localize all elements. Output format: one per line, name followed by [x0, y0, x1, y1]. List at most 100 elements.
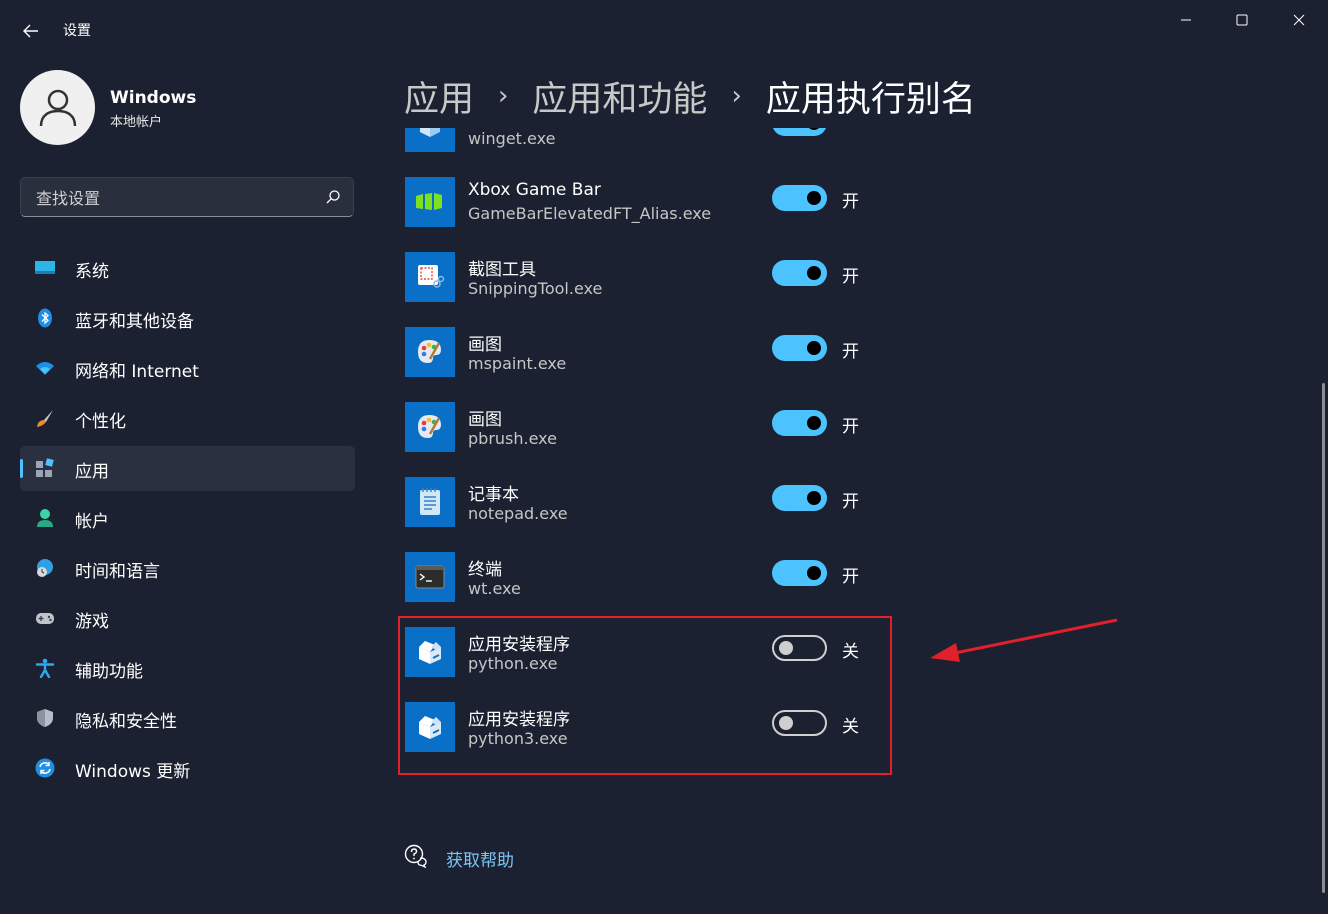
breadcrumb-apps-features[interactable]: 应用和功能 — [532, 71, 707, 122]
sidebar-item-label: 系统 — [75, 262, 109, 282]
toggle-knob — [807, 191, 821, 205]
sidebar-item-accounts[interactable]: 帐户 — [20, 496, 355, 541]
paint-icon — [405, 402, 455, 452]
app-name: 记事本 — [468, 485, 519, 505]
breadcrumb-separator: › — [498, 81, 509, 111]
selection-indicator — [20, 459, 23, 478]
sidebar-item-gaming[interactable]: 游戏 — [20, 596, 355, 641]
toggle-knob — [807, 491, 821, 505]
sidebar-item-windows-update[interactable]: Windows 更新 — [20, 746, 355, 791]
sidebar-item-label: 网络和 Internet — [75, 362, 199, 382]
sidebar-item-label: 辅助功能 — [75, 662, 143, 682]
app-name: 画图 — [468, 335, 502, 355]
app-name: 截图工具 — [468, 260, 536, 280]
app-exe: GameBarElevatedFT_Alias.exe — [468, 204, 712, 223]
breadcrumb: 应用 › 应用和功能 › 应用执行别名 — [404, 68, 976, 124]
toggle-state-label: 开 — [842, 267, 859, 287]
maximize-button[interactable] — [1219, 6, 1265, 34]
alias-row-notepad: 记事本 notepad.exe 开 — [405, 477, 905, 527]
app-exe: SnippingTool.exe — [468, 279, 603, 298]
alias-toggle[interactable] — [772, 410, 827, 436]
sidebar-item-label: 个性化 — [75, 412, 126, 432]
app-exe: wt.exe — [468, 579, 521, 598]
alias-toggle[interactable] — [772, 485, 827, 511]
maximize-icon — [1236, 14, 1248, 26]
annotation-arrow-icon — [930, 618, 1118, 662]
sidebar-item-personalization[interactable]: 个性化 — [20, 396, 355, 441]
window-title: 设置 — [63, 23, 91, 39]
toggle-state-label: 开 — [842, 342, 859, 362]
brush-icon — [37, 410, 53, 427]
app-name: 画图 — [468, 410, 502, 430]
alias-toggle[interactable] — [772, 335, 827, 361]
breadcrumb-apps[interactable]: 应用 — [404, 71, 474, 122]
alias-row-terminal: 终端 wt.exe 开 — [405, 552, 905, 602]
alias-toggle[interactable] — [772, 185, 827, 211]
account-type: 本地帐户 — [110, 115, 163, 130]
help-chat-icon — [404, 844, 427, 868]
toggle-state-label: 开 — [842, 192, 859, 212]
sidebar-item-label: 隐私和安全性 — [75, 712, 177, 732]
avatar[interactable] — [20, 70, 95, 145]
sidebar-item-label: 应用 — [75, 462, 109, 482]
page-title: 应用执行别名 — [765, 79, 976, 120]
toggle-knob — [807, 566, 821, 580]
sidebar-item-apps[interactable]: 应用 — [20, 446, 355, 491]
person-outline-icon — [39, 89, 76, 126]
shield-icon — [37, 709, 53, 727]
wifi-icon — [36, 362, 54, 375]
alias-row-xbox-game-bar: Xbox Game Bar GameBarElevatedFT_Alias.ex… — [405, 177, 905, 227]
alias-toggle[interactable] — [772, 128, 827, 136]
terminal-icon — [405, 552, 455, 602]
person-icon — [37, 509, 53, 527]
search-input[interactable] — [34, 186, 308, 210]
search-icon[interactable] — [324, 188, 342, 206]
alias-toggle[interactable] — [772, 560, 827, 586]
toggle-knob — [807, 266, 821, 280]
apps-icon — [36, 458, 54, 477]
monitor-icon — [35, 261, 55, 274]
snipping-tool-icon — [405, 252, 455, 302]
scrollbar[interactable] — [1322, 383, 1325, 893]
sidebar-item-bluetooth[interactable]: 蓝牙和其他设备 — [20, 296, 355, 341]
update-icon — [35, 758, 55, 778]
get-help-link[interactable]: 获取帮助 — [446, 846, 514, 871]
search-box[interactable] — [20, 177, 354, 217]
sidebar-item-privacy[interactable]: 隐私和安全性 — [20, 696, 355, 741]
close-button[interactable] — [1276, 6, 1322, 34]
close-icon — [1293, 14, 1305, 26]
minimize-icon — [1181, 19, 1191, 21]
app-name: Xbox Game Bar — [468, 180, 601, 200]
title-bar: 设置 — [0, 0, 1328, 60]
app-exe: winget.exe — [468, 129, 556, 148]
sidebar-item-label: 帐户 — [75, 512, 109, 532]
sidebar-item-label: 游戏 — [75, 612, 109, 632]
toggle-state-label: 开 — [842, 492, 859, 512]
sidebar-item-network[interactable]: 网络和 Internet — [20, 346, 355, 391]
app-exe: mspaint.exe — [468, 354, 567, 373]
sidebar-item-time-language[interactable]: 时间和语言 — [20, 546, 355, 591]
bluetooth-icon — [38, 308, 52, 328]
sidebar-item-accessibility[interactable]: 辅助功能 — [20, 646, 355, 691]
sidebar-item-label: 蓝牙和其他设备 — [75, 312, 194, 332]
paint-icon — [405, 327, 455, 377]
back-arrow-icon — [23, 24, 38, 38]
toggle-knob — [807, 416, 821, 430]
toggle-knob — [807, 341, 821, 355]
user-name: Windows — [110, 88, 197, 108]
xbox-game-bar-icon — [405, 177, 455, 227]
app-exe: notepad.exe — [468, 504, 568, 523]
sidebar-item-label: Windows 更新 — [75, 762, 191, 782]
minimize-button[interactable] — [1163, 6, 1209, 34]
sidebar-item-label: 时间和语言 — [75, 562, 160, 582]
sidebar-item-system[interactable]: 系统 — [20, 246, 355, 291]
toggle-knob — [807, 128, 821, 130]
globe-clock-icon — [37, 559, 53, 577]
alias-row-winget: winget.exe — [405, 128, 905, 152]
notepad-icon — [405, 477, 455, 527]
winget-icon — [405, 128, 455, 152]
app-name: 终端 — [468, 560, 502, 580]
alias-toggle[interactable] — [772, 260, 827, 286]
back-button[interactable] — [20, 20, 42, 42]
annotation-highlight-box — [398, 616, 892, 775]
